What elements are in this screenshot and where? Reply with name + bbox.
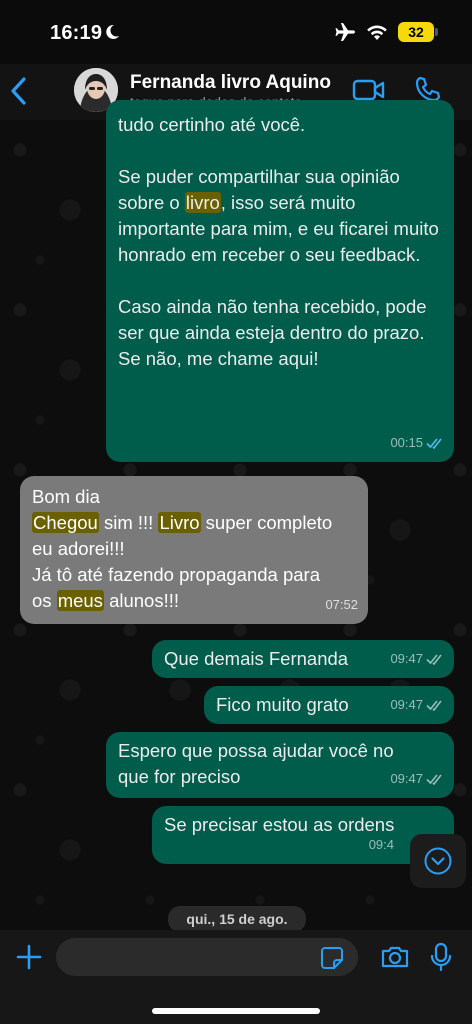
message-bubble-outgoing[interactable]: Se precisar estou as ordens 09:4 xyxy=(152,806,454,864)
search-highlight: livro xyxy=(184,192,221,213)
double-check-icon xyxy=(426,700,442,711)
message-text: os meus alunos!!! xyxy=(32,590,180,611)
airplane-icon xyxy=(335,23,355,41)
message-time: 07:52 xyxy=(325,597,358,612)
message-time: 09:47 xyxy=(390,697,423,712)
battery-indicator: 32 xyxy=(398,22,438,42)
double-check-icon xyxy=(426,438,442,449)
message-meta: 09:47 xyxy=(390,766,444,792)
message-text: Que demais Fernanda xyxy=(164,648,349,669)
message-text: Espero que possa ajudar você no que for … xyxy=(118,740,394,787)
message-text: tudo certinho até você. xyxy=(118,114,306,135)
search-highlight: Chegou xyxy=(32,512,99,533)
double-check-icon xyxy=(426,654,442,665)
message-meta: 00:15 xyxy=(390,430,444,456)
scroll-down-button[interactable] xyxy=(410,834,466,888)
message-bubble-outgoing[interactable]: Fico muito grato 09:47 xyxy=(204,686,454,724)
message-bubble-outgoing[interactable]: tudo certinho até você. Se puder compart… xyxy=(106,100,454,462)
mic-icon[interactable] xyxy=(430,942,452,972)
message-bubble-outgoing[interactable]: Espero que possa ajudar você no que for … xyxy=(106,732,454,798)
message-input[interactable] xyxy=(56,938,358,976)
back-chevron-icon[interactable] xyxy=(8,76,30,106)
input-bar xyxy=(0,930,472,1024)
status-icons: 32 xyxy=(334,22,438,42)
message-bubble-incoming[interactable]: Bom dia Chegou sim !!! Livro super compl… xyxy=(20,476,368,624)
search-highlight: meus xyxy=(56,590,104,611)
message-meta: 09:47 xyxy=(390,646,444,672)
double-check-icon xyxy=(426,774,442,785)
moon-icon xyxy=(106,24,119,39)
message-meta: 09:4 xyxy=(369,832,394,858)
phone-icon[interactable] xyxy=(414,75,442,103)
date-chip: qui., 15 de ago. xyxy=(168,906,306,932)
message-bubble-outgoing[interactable]: Que demais Fernanda 09:47 xyxy=(152,640,454,678)
search-highlight: Livro xyxy=(158,512,201,533)
message-text: Chegou sim !!! Livro super completo eu a… xyxy=(32,512,333,559)
message-text: Já tô até fazendo propaganda para xyxy=(32,564,321,585)
status-time: 16:19 xyxy=(50,22,103,44)
chevron-down-icon xyxy=(424,847,452,875)
contact-name[interactable]: Fernanda livro Aquino xyxy=(130,72,331,94)
message-time: 09:47 xyxy=(390,771,423,786)
message-meta: 09:47 xyxy=(390,692,444,718)
wifi-icon xyxy=(367,25,387,40)
sticker-icon[interactable] xyxy=(320,946,344,970)
message-meta: 07:52 xyxy=(325,592,358,618)
message-time: 09:47 xyxy=(390,651,423,666)
message-text: Fico muito grato xyxy=(216,694,349,715)
message-time: 09:4 xyxy=(368,837,394,852)
plus-icon[interactable] xyxy=(16,944,42,970)
battery-level: 32 xyxy=(408,24,424,40)
message-text: Bom dia xyxy=(32,486,100,507)
status-bar: 16:19 32 xyxy=(0,0,472,64)
message-text: Se precisar estou as ordens xyxy=(164,814,395,835)
home-indicator xyxy=(152,1008,320,1014)
message-text: Se puder compartilhar sua opinião sobre … xyxy=(118,166,439,265)
message-time: 00:15 xyxy=(390,435,423,450)
camera-icon[interactable] xyxy=(380,944,410,970)
message-text: Caso ainda não tenha recebido, pode ser … xyxy=(118,296,427,369)
